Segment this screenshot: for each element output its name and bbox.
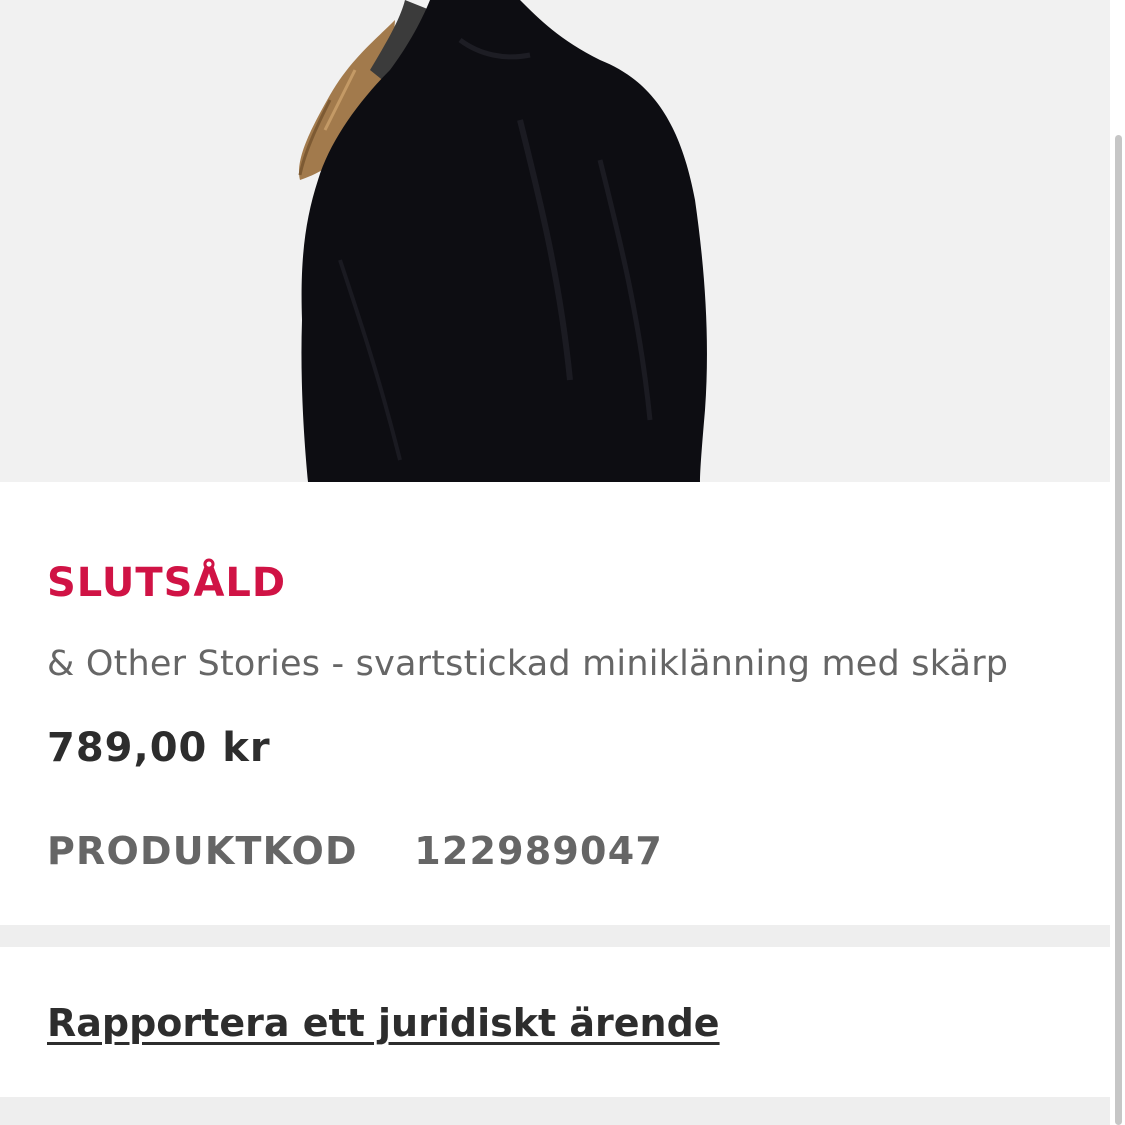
product-price: 789,00 kr	[47, 725, 271, 771]
product-code-row: PRODUKTKOD 122989047	[47, 829, 663, 873]
product-page: SLUTSÅLD & Other Stories - svartstickad …	[0, 0, 1125, 1125]
section-divider	[0, 925, 1110, 947]
legal-section: Rapportera ett juridiskt ärende	[0, 947, 1110, 1097]
scrollbar-thumb[interactable]	[1115, 135, 1122, 1125]
product-code-value: 122989047	[414, 829, 663, 873]
product-name: & Other Stories - svartstickad miniklänn…	[47, 644, 1009, 684]
section-divider-bottom	[0, 1097, 1110, 1125]
product-image[interactable]	[0, 0, 1110, 482]
product-info: SLUTSÅLD & Other Stories - svartstickad …	[0, 482, 1110, 925]
scrollbar-track[interactable]	[1110, 0, 1125, 1125]
report-legal-issue-link[interactable]: Rapportera ett juridiskt ärende	[47, 1001, 720, 1045]
product-code-label: PRODUKTKOD	[47, 829, 358, 873]
sold-out-badge: SLUTSÅLD	[47, 560, 287, 606]
